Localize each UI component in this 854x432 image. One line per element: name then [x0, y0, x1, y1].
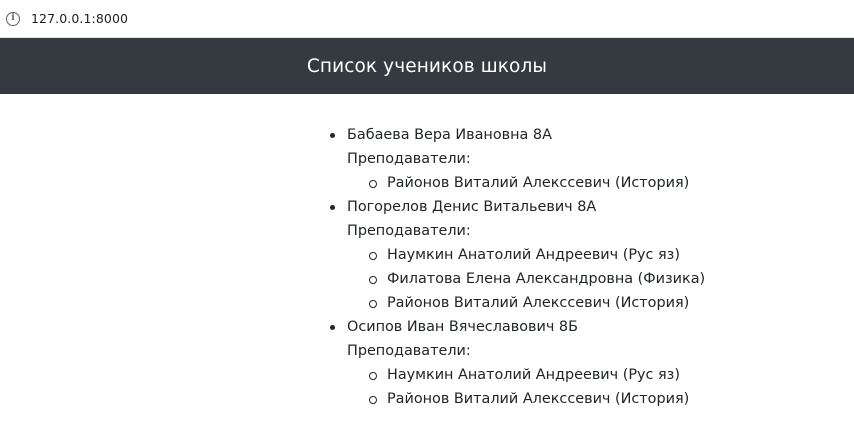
address-bar[interactable]: i 127.0.0.1:8000: [0, 0, 854, 38]
info-icon[interactable]: i: [6, 11, 20, 26]
teachers-label: Преподаватели:: [347, 343, 471, 359]
url-text[interactable]: 127.0.0.1:8000: [31, 11, 128, 26]
student-name: Осипов Иван Вячеславович 8Б: [347, 319, 578, 335]
teachers-label: Преподаватели:: [347, 151, 471, 167]
student-name: Бабаева Вера Ивановна 8А: [347, 127, 552, 143]
teacher-list: Наумкин Анатолий Андреевич (Рус яз) Райо…: [347, 363, 854, 411]
student-name: Погорелов Денис Витальевич 8А: [347, 199, 597, 215]
teacher-item: Районов Виталий Алекссевич (История): [368, 387, 854, 411]
student-list: Бабаева Вера Ивановна 8А Преподаватели: …: [328, 123, 854, 411]
teacher-item: Наумкин Анатолий Андреевич (Рус яз): [368, 363, 854, 387]
teacher-list: Наумкин Анатолий Андреевич (Рус яз) Фила…: [347, 243, 854, 315]
teacher-item: Филатова Елена Александровна (Физика): [368, 267, 854, 291]
page-title: Список учеников школы: [306, 55, 548, 77]
teacher-item: Районов Виталий Алекссевич (История): [368, 171, 854, 195]
teacher-list: Районов Виталий Алекссевич (История): [347, 171, 854, 195]
teacher-item: Наумкин Анатолий Андреевич (Рус яз): [368, 243, 854, 267]
teacher-item: Районов Виталий Алекссевич (История): [368, 291, 854, 315]
student-item: Осипов Иван Вячеславович 8Б Преподавател…: [328, 315, 854, 411]
teachers-label: Преподаватели:: [347, 223, 471, 239]
page-header: Список учеников школы: [0, 38, 854, 94]
student-item: Погорелов Денис Витальевич 8А Преподават…: [328, 195, 854, 315]
student-item: Бабаева Вера Ивановна 8А Преподаватели: …: [328, 123, 854, 195]
main-content: Бабаева Вера Ивановна 8А Преподаватели: …: [0, 94, 854, 411]
